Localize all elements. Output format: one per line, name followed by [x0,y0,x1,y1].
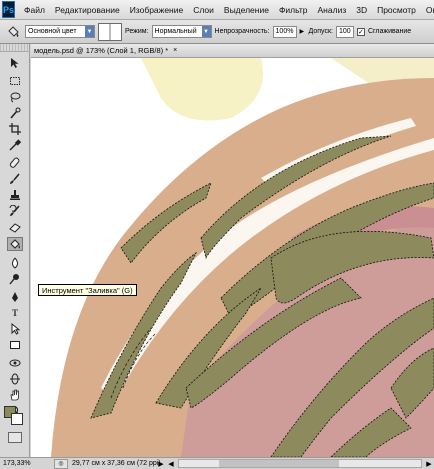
fill-source-value: Основной цвет [28,28,77,35]
document-tab[interactable]: модель.psd @ 173% (Слой 1, RGB/8) * × [31,44,434,58]
status-bar: 173,33% ◎ 29,77 см x 37,36 см (72 ppi) ▶… [0,457,434,469]
chevron-down-icon: ▼ [85,26,94,37]
artwork [51,58,434,457]
healing-icon[interactable] [7,156,23,170]
status-arrow-icon[interactable]: ▶ [156,460,166,468]
menu-view[interactable]: Просмотр [372,5,421,15]
background-color-swatch[interactable] [11,413,23,425]
scroll-left-icon[interactable]: ◀ [166,460,176,468]
image-canvas[interactable] [31,58,434,457]
menu-items: Файл Редактирование Изображение Слои Выд… [19,5,434,15]
menu-bar: Ps Файл Редактирование Изображение Слои … [0,0,434,20]
menu-file[interactable]: Файл [19,5,50,15]
antialias-checkbox[interactable]: ✓ [356,27,365,36]
menu-filter[interactable]: Фильтр [274,5,313,15]
status-menu-button[interactable]: ◎ [54,458,68,469]
toolbox: T [0,44,30,457]
opacity-label: Непрозрачность: [214,28,270,35]
document-window: модель.psd @ 173% (Слой 1, RGB/8) * × Ин… [31,44,434,457]
tolerance-label: Допуск: [308,28,333,35]
rectangle-icon[interactable] [7,338,23,352]
dodge-icon[interactable] [7,272,23,286]
menu-layers[interactable]: Слои [188,5,219,15]
eyedropper-icon[interactable] [7,138,23,152]
lasso-icon[interactable] [7,90,23,104]
path-select-icon[interactable] [7,322,23,336]
antialias-label: Сглаживание [367,28,412,35]
photoshop-logo: Ps [2,1,16,18]
tool-tooltip: Инструмент "Заливка" (G) [38,284,137,296]
mode-label: Режим: [125,28,149,35]
menu-analysis[interactable]: Анализ [313,5,352,15]
paint-bucket-icon[interactable] [4,23,22,41]
pattern-picker[interactable] [98,22,122,41]
crop-icon[interactable] [7,122,23,136]
type-icon[interactable]: T [7,306,23,320]
menu-window[interactable]: Окно [421,5,434,15]
mode-value: Нормальный [154,28,197,35]
hand-icon[interactable] [7,388,23,402]
scrollbar-thumb[interactable] [219,460,339,467]
menu-edit[interactable]: Редактирование [50,5,125,15]
move-icon[interactable] [7,56,23,70]
clone-stamp-icon[interactable] [7,188,23,202]
paint-bucket-icon[interactable] [7,237,23,251]
tolerance-input[interactable]: 100 [335,25,354,38]
mode-select[interactable]: Нормальный ▼ [151,25,212,38]
zoom-level[interactable]: 173,33% [0,460,54,467]
brush-icon[interactable] [7,172,23,186]
document-info: 29,77 см x 37,36 см (72 ppi) [72,460,161,467]
eraser-icon[interactable] [7,220,23,234]
marquee-icon[interactable] [7,74,23,88]
menu-select[interactable]: Выделение [219,5,274,15]
chevron-down-icon: ▼ [201,26,211,37]
quick-mask-button[interactable] [8,432,22,443]
quick-select-icon[interactable] [7,106,23,120]
pen-icon[interactable] [7,290,23,304]
menu-image[interactable]: Изображение [125,5,189,15]
opacity-input[interactable]: 100% [272,25,297,38]
scroll-right-icon[interactable]: ▶ [424,460,434,468]
horizontal-scrollbar[interactable] [178,459,422,468]
fill-source-select[interactable]: Основной цвет ▼ [25,25,95,38]
menu-3d[interactable]: 3D [351,5,372,15]
3d-rotate-icon[interactable] [7,356,23,370]
chevron-right-icon[interactable]: ▶ [300,28,306,35]
blur-icon[interactable] [7,256,23,270]
history-brush-icon[interactable] [7,204,23,218]
document-title: модель.psd @ 173% (Слой 1, RGB/8) * [34,46,169,55]
close-icon[interactable]: × [173,47,177,54]
toolbox-grip[interactable] [0,44,30,52]
options-bar: Основной цвет ▼ Режим: Нормальный ▼ Непр… [0,20,434,44]
3d-orbit-icon[interactable] [7,372,23,386]
